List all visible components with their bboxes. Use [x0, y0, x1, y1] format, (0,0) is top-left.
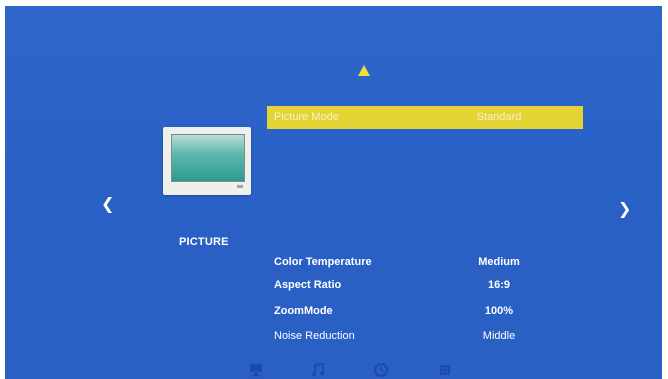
menu-item-zoom-mode[interactable]: ZoomMode 100% [267, 300, 583, 323]
picture-tab-icon[interactable] [249, 363, 263, 377]
menu-item-hidden-2[interactable] [267, 153, 583, 176]
section-title: PICTURE [179, 236, 229, 248]
menu-item-label: Color Temperature [274, 256, 372, 268]
menu-item-picture-mode[interactable]: Picture Mode Standard [267, 106, 583, 129]
menu-item-hidden-3[interactable] [267, 176, 583, 199]
tv-icon [163, 127, 251, 195]
menu-item-label: Aspect Ratio [274, 279, 342, 291]
menu-item-value: Middle [482, 330, 516, 342]
chevron-right-icon[interactable]: ❯ [618, 201, 631, 217]
menu-item-hidden-5[interactable] [267, 222, 583, 245]
menu-item-value: 16:9 [487, 279, 511, 291]
menu-item-label: Noise Reduction [274, 330, 355, 342]
menu-item-value: 100% [484, 305, 514, 317]
tv-button-graphic [237, 185, 243, 188]
menu-item-value: Standard [476, 111, 522, 123]
menu-item-hidden-4[interactable] [267, 199, 583, 222]
menu-item-label: Picture Mode [274, 111, 339, 123]
tv-menu-screen: ❮ ❯ PICTURE Picture Mode Standard Color … [5, 6, 662, 379]
triangle-up-icon[interactable] [358, 65, 370, 76]
menu-item-label: ZoomMode [274, 305, 333, 317]
clock-tab-icon[interactable] [374, 363, 388, 377]
chevron-left-icon[interactable]: ❮ [101, 196, 114, 212]
tv-screen-graphic [171, 134, 245, 182]
menu-item-hidden-1[interactable] [267, 130, 583, 153]
bottom-tab-bar [5, 363, 662, 379]
menu-item-aspect-ratio[interactable]: Aspect Ratio 16:9 [267, 274, 583, 297]
music-tab-icon[interactable] [311, 363, 325, 377]
settings-tab-icon[interactable] [438, 363, 452, 377]
menu-item-noise-reduction[interactable]: Noise Reduction Middle [267, 325, 583, 348]
menu-item-value: Medium [478, 256, 520, 268]
menu-item-color-temperature[interactable]: Color Temperature Medium [267, 251, 583, 274]
